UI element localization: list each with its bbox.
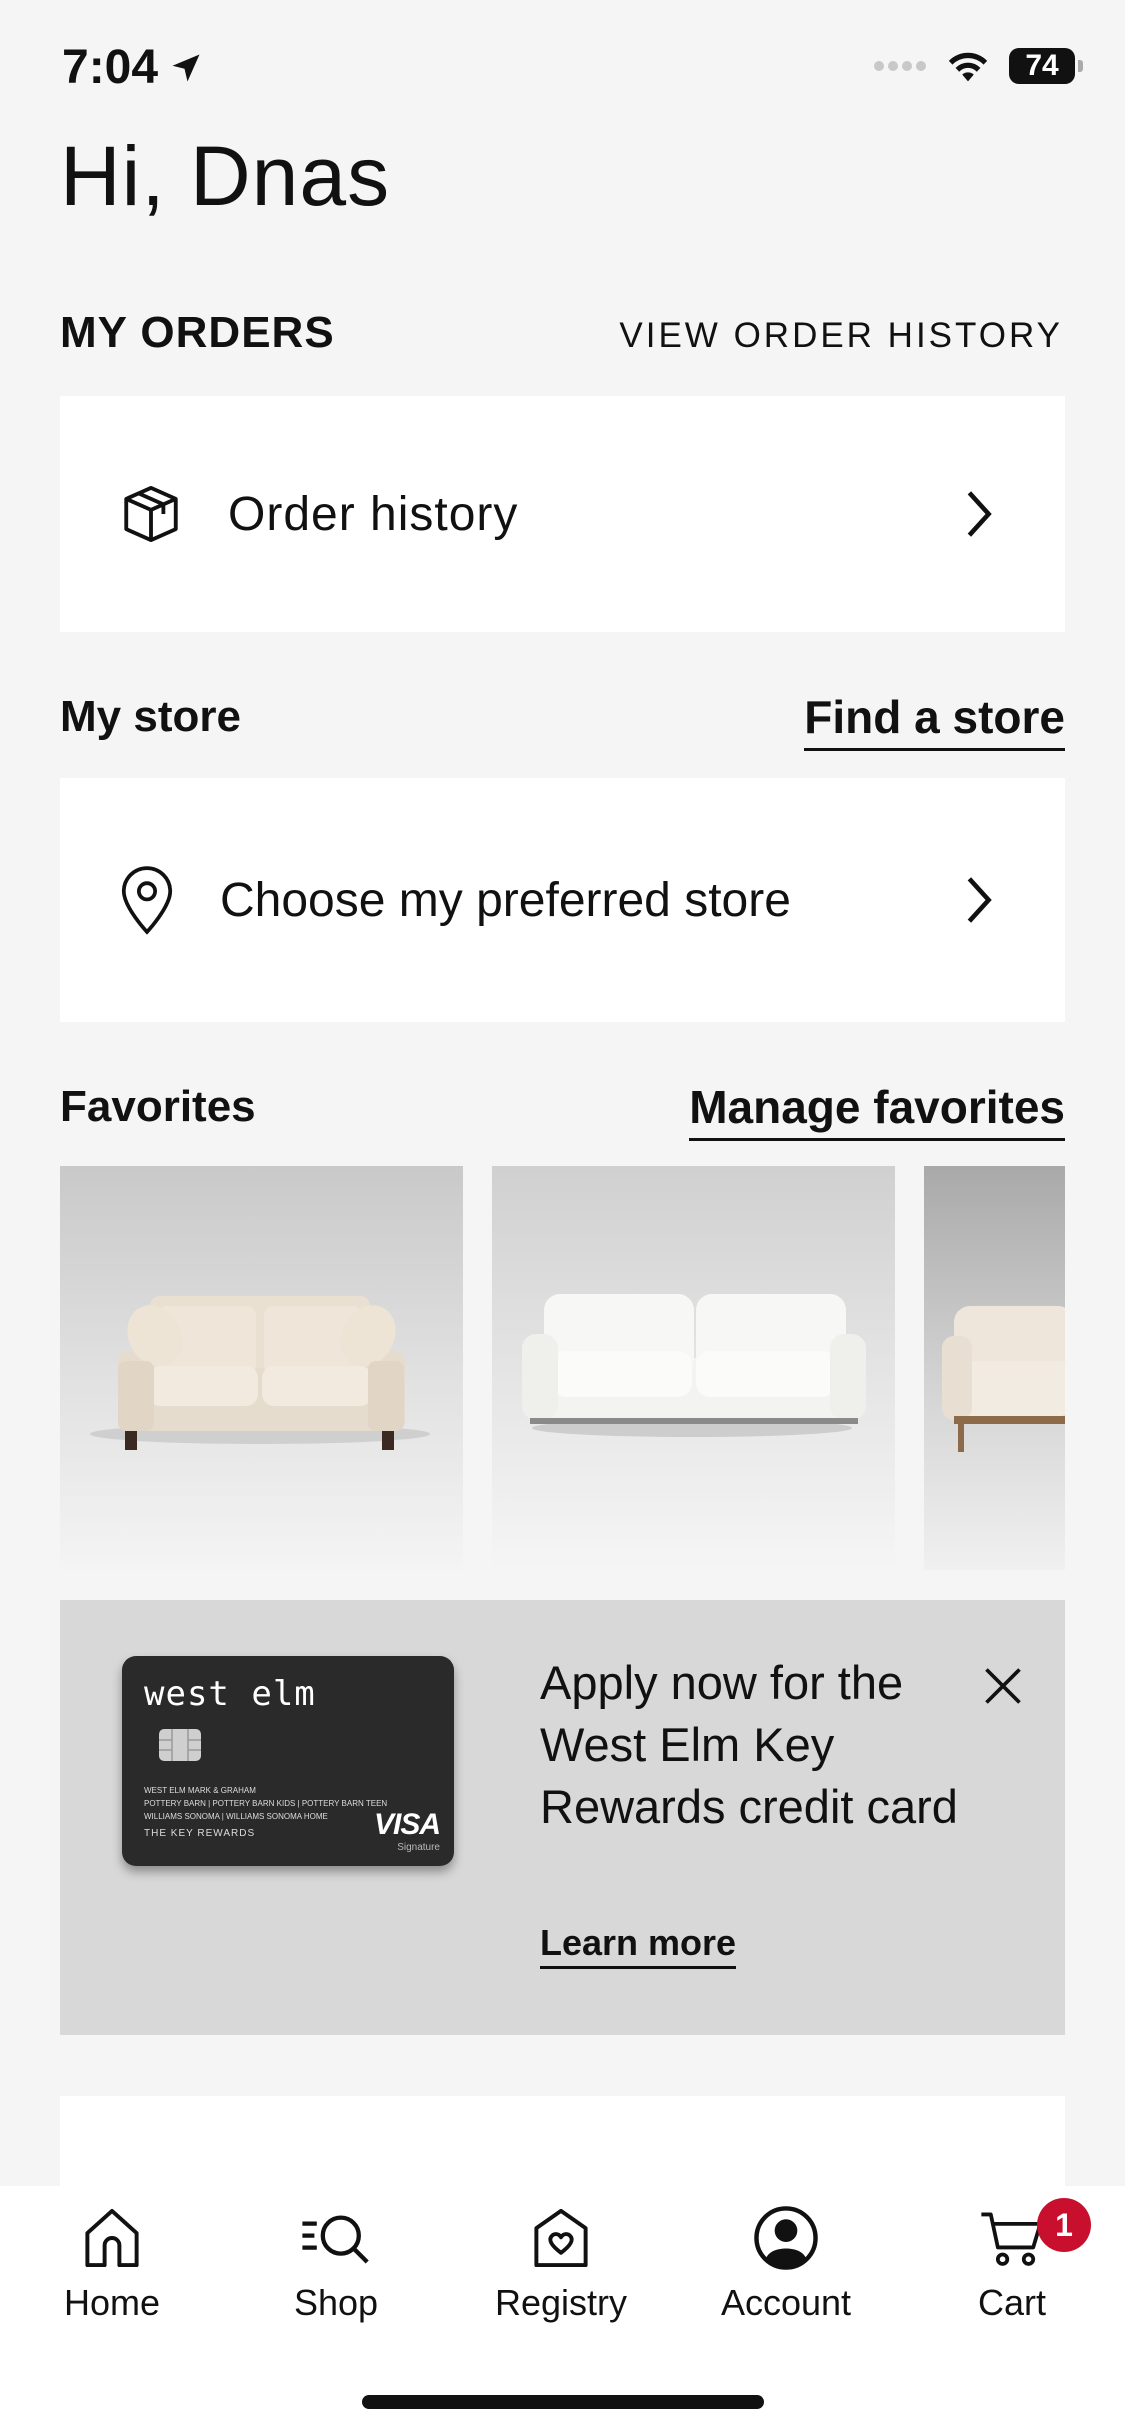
favorite-item[interactable] <box>60 1166 463 1570</box>
learn-more-link[interactable]: Learn more <box>540 1922 737 1969</box>
greeting: Hi, Dnas <box>60 129 391 223</box>
chevron-right-icon <box>967 491 992 537</box>
package-icon <box>124 485 178 543</box>
favorite-item[interactable] <box>924 1166 1065 1570</box>
account-icon <box>754 2206 818 2270</box>
wifi-icon <box>948 52 988 82</box>
card-fine-print: WEST ELM MARK & GRAHAM POTTERY BARN | PO… <box>144 1784 387 1823</box>
sofa-beige-image <box>60 1166 463 1570</box>
location-pin-icon <box>121 866 173 935</box>
tab-account[interactable]: Account <box>686 2206 886 2324</box>
sofa-white-image <box>492 1166 895 1570</box>
order-history-card[interactable]: Order history <box>60 396 1065 632</box>
card-fine-print-line: WILLIAMS SONOMA | WILLIAMS SONOMA HOME <box>144 1812 328 1821</box>
view-order-history-link[interactable]: VIEW ORDER HISTORY <box>619 316 1063 356</box>
tab-cart-label: Cart <box>977 2282 1046 2323</box>
tab-account-label: Account <box>720 2282 852 2323</box>
chip-icon <box>159 1729 201 1761</box>
status-indicators: 74 <box>873 48 1083 84</box>
location-arrow-icon <box>172 54 200 81</box>
preferred-store-card[interactable]: Choose my preferred store <box>60 778 1065 1022</box>
tab-home[interactable]: Home <box>12 2206 212 2324</box>
favorites-section-title: Favorites <box>60 1082 256 1131</box>
battery-level: 74 <box>1025 49 1059 82</box>
cart-count-badge: 1 <box>1037 2198 1091 2252</box>
home-indicator <box>362 2395 764 2409</box>
status-time: 7:04 <box>62 40 204 95</box>
preferred-store-label: Choose my preferred store <box>220 873 791 927</box>
visa-sub: Signature <box>397 1842 440 1853</box>
registry-heart-icon <box>534 2208 588 2268</box>
tab-home-label: Home <box>63 2282 161 2323</box>
orders-section-title: MY ORDERS <box>60 308 335 357</box>
favorites-carousel[interactable] <box>60 1166 1065 1570</box>
card-brand: west elm <box>144 1674 316 1714</box>
manage-favorites-link[interactable]: Manage favorites <box>689 1080 1065 1141</box>
card-fine-print-line: WEST ELM MARK & GRAHAM <box>144 1786 256 1795</box>
store-section-title: My store <box>60 692 241 741</box>
promo-text: Apply now for the West Elm Key Rewards c… <box>540 1656 958 1833</box>
tab-shop[interactable]: Shop <box>236 2206 436 2324</box>
tab-shop-label: Shop <box>293 2282 379 2323</box>
home-icon <box>85 2208 139 2268</box>
search-icon <box>302 2215 369 2264</box>
sofa-partial-image <box>924 1166 1065 1570</box>
battery-indicator: 74 <box>1009 48 1083 84</box>
chevron-right-icon <box>967 877 992 923</box>
credit-card-promo: west elm WEST ELM MARK & GRAHAM POTTERY … <box>60 1600 1065 2035</box>
order-history-label: Order history <box>228 487 519 541</box>
close-icon[interactable] <box>981 1664 1025 1708</box>
tab-registry-label: Registry <box>494 2282 628 2323</box>
cellular-signal-icon <box>874 61 926 71</box>
card-fine-print-line: POTTERY BARN | POTTERY BARN KIDS | POTTE… <box>144 1799 388 1808</box>
find-a-store-link[interactable]: Find a store <box>804 690 1065 751</box>
status-time-text: 7:04 <box>62 41 159 94</box>
favorite-item[interactable] <box>492 1166 895 1570</box>
credit-card-image: west elm WEST ELM MARK & GRAHAM POTTERY … <box>122 1656 454 1866</box>
cart-icon <box>981 2212 1043 2266</box>
tab-registry[interactable]: Registry <box>461 2206 661 2324</box>
visa-logo: VISA <box>373 1808 441 1841</box>
card-rewards: THE KEY REWARDS <box>144 1828 256 1839</box>
